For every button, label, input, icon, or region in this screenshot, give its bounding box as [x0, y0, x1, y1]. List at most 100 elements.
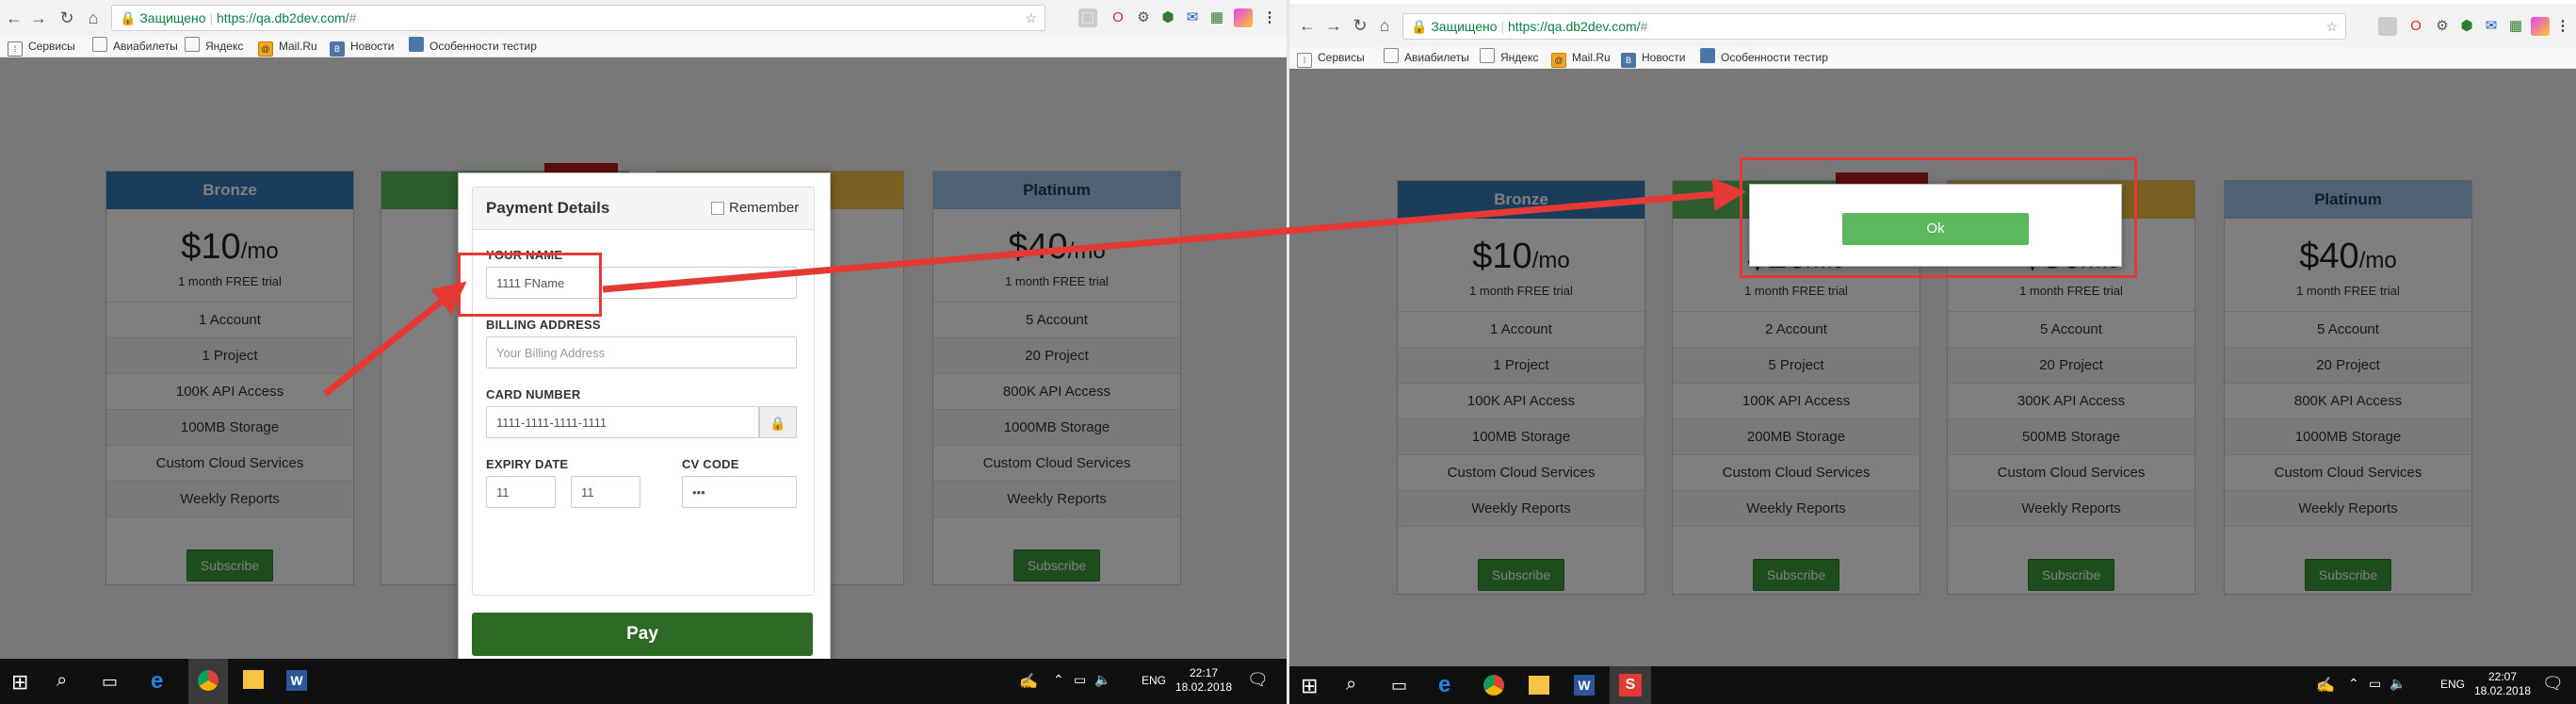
extension-icon[interactable]	[1234, 8, 1253, 27]
bookmark-item[interactable]: Яндекс	[185, 36, 243, 57]
url-text: https://qa.db2dev.com/#	[1508, 19, 1648, 34]
chrome-icon[interactable]	[1483, 675, 1504, 696]
chrome-taskbar-item[interactable]	[188, 659, 228, 704]
clock[interactable]: 22:07 18.02.2018	[2474, 670, 2531, 698]
word-icon[interactable]: W	[1574, 675, 1595, 696]
extension-icon[interactable]: ▦	[1207, 8, 1226, 27]
remember-checkbox[interactable]	[711, 202, 724, 215]
extension-icon[interactable]: ⚙	[2433, 17, 2452, 36]
arrow-left-icon[interactable]: ←	[2, 6, 26, 30]
star-icon[interactable]: ☆	[2325, 14, 2338, 39]
pay-button[interactable]: Pay	[472, 613, 813, 656]
extension-icon[interactable]: ⬚	[1078, 8, 1097, 27]
extension-icon[interactable]: ✉	[2482, 17, 2501, 36]
page-icon	[1384, 48, 1399, 63]
lock-icon: 🔒	[120, 10, 137, 25]
opera-icon[interactable]: O	[2406, 17, 2425, 36]
search-icon[interactable]: ⌕	[57, 670, 67, 692]
chrome-icon	[198, 670, 219, 691]
bookmark-item[interactable]: @ Mail.Ru	[1551, 47, 1611, 68]
opera-icon[interactable]: O	[1109, 8, 1127, 27]
bookmark-item[interactable]: ⁞ Сервисы	[1297, 47, 1365, 68]
star-icon[interactable]: ☆	[1025, 6, 1037, 30]
language-indicator[interactable]: ENG	[1142, 674, 1166, 688]
pen-icon[interactable]: ✍	[1019, 672, 1038, 691]
menu-icon[interactable]: ⋮	[2553, 17, 2572, 36]
extension-icon[interactable]: ⬢	[2457, 17, 2476, 36]
bookmark-item[interactable]: Особенности тестир	[1700, 47, 1828, 68]
arrow-right-icon[interactable]: →	[26, 6, 51, 30]
volume-icon[interactable]: 🔈	[1094, 672, 1110, 688]
explorer-icon[interactable]	[1529, 676, 1549, 695]
cv-code-input[interactable]: •••	[682, 476, 797, 508]
windows-taskbar: ⊞ ⌕ ▭ e W ✍ ⌃ ▭ 🔈 ENG 22:17 18.02.2018 🗨	[0, 659, 1287, 704]
payment-panel: Payment Details Remember YOUR NAME 1111 …	[472, 187, 815, 596]
arrow-left-icon[interactable]: ←	[1295, 13, 1320, 38]
snagit-taskbar-item[interactable]: S	[1610, 666, 1651, 704]
expiry-year-input[interactable]: 11	[571, 476, 640, 508]
bookmark-item[interactable]: Особенности тестир	[409, 36, 537, 57]
expiry-label: EXPIRY DATE	[486, 457, 569, 471]
edge-icon[interactable]: e	[1438, 672, 1450, 698]
bookmark-item[interactable]: Авиабилеты	[1384, 47, 1469, 68]
extension-icon[interactable]	[2378, 17, 2397, 36]
reload-icon[interactable]: ↻	[1348, 13, 1372, 38]
browser-toolbar: ← → ↻ ⌂ 🔒 Защищено | https://qa.db2dev.c…	[0, 0, 1287, 37]
billing-label: BILLING ADDRESS	[486, 318, 601, 332]
lock-icon: 🔒	[1411, 19, 1428, 34]
extension-icon[interactable]: ⬢	[1158, 8, 1177, 27]
network-icon[interactable]: ▭	[1074, 672, 1086, 688]
notifications-icon[interactable]: 🗨	[2542, 674, 2564, 694]
card-number-input[interactable]: 1111-1111-1111-1111	[486, 406, 759, 438]
home-icon[interactable]: ⌂	[1372, 13, 1397, 38]
bookmark-item[interactable]: B Новости	[1621, 47, 1685, 68]
search-icon[interactable]: ⌕	[1346, 674, 1356, 696]
word-icon[interactable]: W	[286, 670, 307, 691]
mailru-icon: @	[1551, 53, 1566, 68]
extension-icon[interactable]: ⚙	[1134, 8, 1153, 27]
address-bar[interactable]: 🔒 Защищено | https://qa.db2dev.com/# ☆	[111, 5, 1045, 31]
extension-icon[interactable]	[2531, 17, 2550, 36]
clock-time: 22:17	[1189, 666, 1219, 679]
reload-icon[interactable]: ↻	[55, 6, 79, 30]
menu-icon[interactable]: ⋮	[1260, 8, 1279, 27]
left-screenshot: ← → ↻ ⌂ 🔒 Защищено | https://qa.db2dev.c…	[0, 0, 1287, 704]
notifications-icon[interactable]: 🗨	[1247, 670, 1269, 690]
vk-icon: B	[1621, 53, 1636, 68]
explorer-icon[interactable]	[243, 670, 264, 689]
chevron-up-icon[interactable]: ⌃	[1053, 672, 1064, 688]
page-icon	[1700, 48, 1715, 63]
arrow-right-icon[interactable]: →	[1321, 13, 1346, 38]
secure-label: Защищено	[1431, 19, 1498, 34]
right-screenshot: ← → ↻ ⌂ 🔒 Защищено | https://qa.db2dev.c…	[1289, 0, 2576, 704]
pen-icon[interactable]: ✍	[2316, 676, 2335, 695]
extension-icon[interactable]: ✉	[1183, 8, 1202, 27]
cv-code-label: CV CODE	[682, 457, 739, 471]
language-indicator[interactable]: ENG	[2440, 678, 2465, 692]
bookmark-item[interactable]: @ Mail.Ru	[258, 36, 317, 57]
page-icon	[1480, 48, 1495, 63]
task-view-icon[interactable]: ▭	[102, 672, 118, 692]
bookmark-item[interactable]: Авиабилеты	[92, 36, 178, 57]
expiry-month-input[interactable]: 11	[486, 476, 556, 508]
lock-icon: 🔒	[759, 406, 797, 438]
apps-icon: ⁞	[1297, 53, 1312, 68]
volume-icon[interactable]: 🔈	[2390, 676, 2406, 692]
bookmark-item[interactable]: Яндекс	[1480, 47, 1538, 68]
task-view-icon[interactable]: ▭	[1391, 676, 1407, 696]
apps-icon: ⁞	[8, 41, 23, 57]
extension-icon[interactable]: ▦	[2506, 17, 2525, 36]
billing-input[interactable]: Your Billing Address	[486, 336, 797, 368]
home-icon[interactable]: ⌂	[81, 6, 105, 30]
clock[interactable]: 22:17 18.02.2018	[1175, 666, 1232, 695]
bookmark-item[interactable]: B Новости	[330, 36, 394, 57]
mailru-icon: @	[258, 41, 273, 57]
edge-icon[interactable]: e	[151, 668, 163, 695]
address-bar[interactable]: 🔒 Защищено | https://qa.db2dev.com/# ☆	[1402, 13, 2346, 40]
windows-start-icon[interactable]: ⊞	[11, 670, 28, 695]
bookmarks-bar: ⁞ Сервисы Авиабилеты Яндекс @ Mail.Ru B Нов…	[1289, 47, 2576, 69]
chevron-up-icon[interactable]: ⌃	[2348, 676, 2359, 692]
bookmark-item[interactable]: ⁞ Сервисы	[8, 36, 75, 57]
windows-start-icon[interactable]: ⊞	[1301, 674, 1318, 698]
network-icon[interactable]: ▭	[2369, 676, 2381, 692]
